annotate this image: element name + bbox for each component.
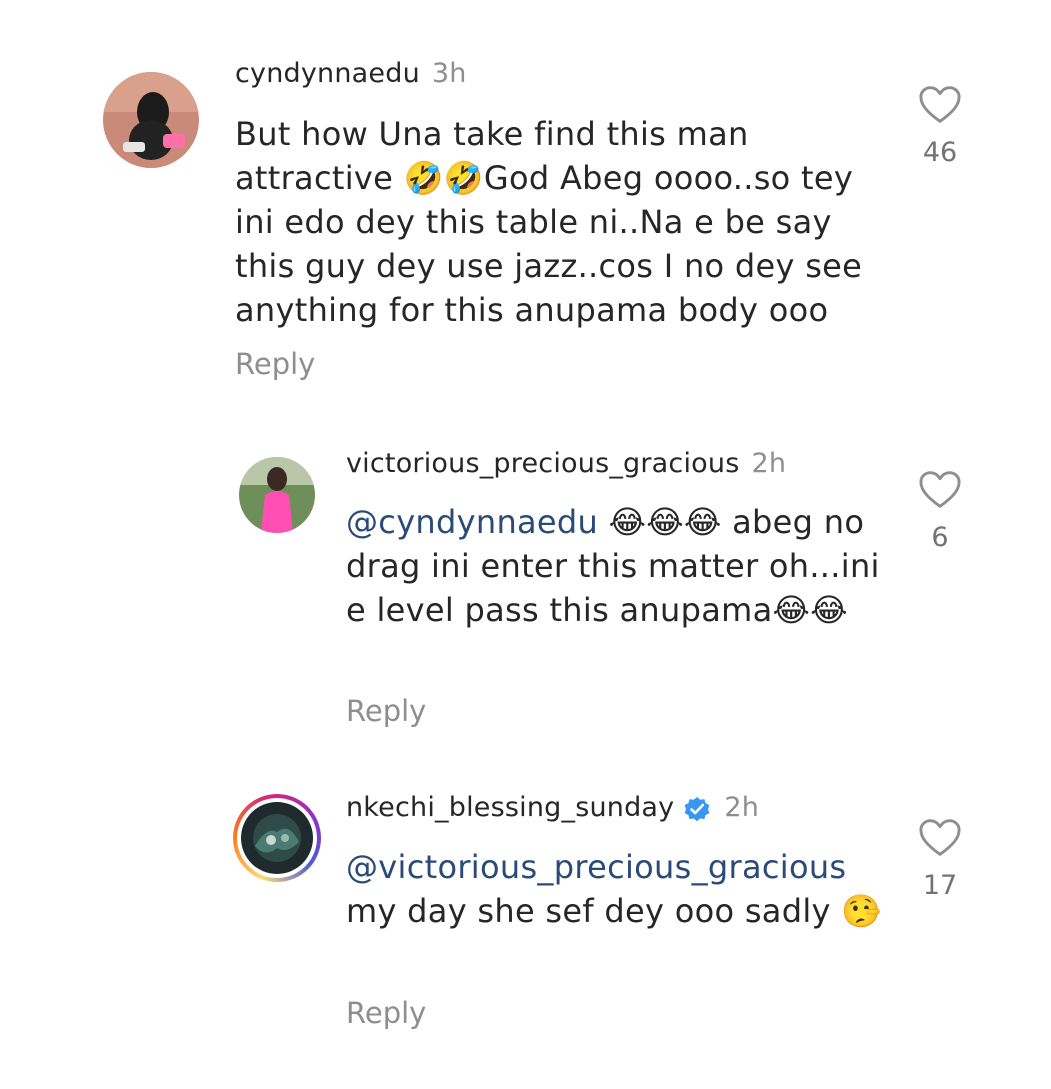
username-link[interactable]: nkechi_blessing_sunday [346,792,674,823]
reply-button[interactable]: Reply [346,694,426,728]
avatar[interactable] [103,72,199,168]
heart-outline-icon[interactable] [918,85,962,125]
reply-button[interactable]: Reply [346,996,426,1030]
comment-timestamp: 2h [724,792,760,823]
like-control: 6 [905,470,975,553]
avatar[interactable] [239,457,315,533]
avatar-photo [241,802,313,874]
like-control: 17 [905,818,975,901]
mention-link[interactable]: @cyndynnaedu [346,503,598,541]
comment-text: @cyndynnaedu 😂😂😂 abeg no drag ini enter … [346,500,886,632]
comment-body: my day she sef dey ooo sadly 🤥 [346,892,882,930]
avatar-photo [239,457,315,533]
like-control: 46 [905,85,975,168]
comment-timestamp: 3h [431,58,467,89]
like-count: 17 [922,870,958,901]
comment-timestamp: 2h [751,448,787,479]
mention-link[interactable]: @victorious_precious_gracious [346,848,846,886]
comment-username[interactable]: victorious_precious_gracious 2h [346,448,786,479]
comment-text: But how Una take find this man attractiv… [235,115,863,329]
username-link[interactable]: cyndynnaedu [235,58,420,89]
username-link[interactable]: victorious_precious_gracious [346,448,739,479]
heart-outline-icon[interactable] [918,818,962,858]
comment-text: @victorious_precious_gracious my day she… [346,845,891,933]
comment-username[interactable]: nkechi_blessing_sunday 2h [346,792,759,824]
like-count: 6 [931,522,949,553]
verified-badge-icon [682,794,712,824]
avatar[interactable] [241,802,313,874]
heart-outline-icon[interactable] [918,470,962,510]
like-count: 46 [922,137,958,168]
reply-button[interactable]: Reply [235,347,315,381]
comment-username[interactable]: cyndynnaedu 3h [235,58,467,89]
avatar-photo [103,72,199,168]
